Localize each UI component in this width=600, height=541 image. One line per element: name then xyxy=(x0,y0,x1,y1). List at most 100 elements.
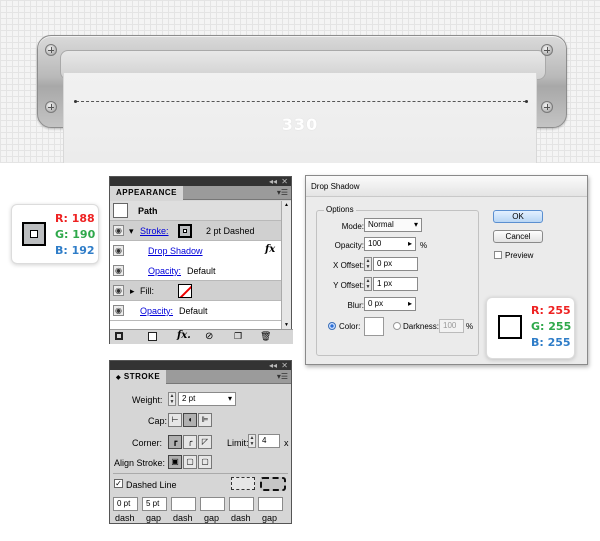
stroke-swatch[interactable] xyxy=(178,224,192,238)
close-icon[interactable]: ✕ xyxy=(281,177,288,186)
gap-label: gap xyxy=(204,513,220,523)
weight-stepper[interactable]: ▲ ▼ xyxy=(168,392,176,406)
x-offset-input[interactable]: 0 px xyxy=(373,257,418,271)
weight-dropdown-icon[interactable]: ▾ xyxy=(228,393,232,405)
round-cap-button[interactable]: ◖ xyxy=(183,413,197,427)
shadow-color-swatch[interactable] xyxy=(364,317,384,336)
miter-join-button[interactable]: ┏ xyxy=(168,435,182,449)
add-effect-icon[interactable]: fx. xyxy=(177,330,191,341)
close-icon[interactable]: ✕ xyxy=(281,361,288,370)
ok-button[interactable]: OK xyxy=(493,210,543,223)
opacity-unit: % xyxy=(420,241,428,250)
visibility-eye-icon[interactable]: ◉ xyxy=(113,265,124,276)
color-radio[interactable] xyxy=(328,322,336,330)
stroke-weight-value: 2 pt Dashed xyxy=(206,226,255,236)
blur-arrow-icon[interactable]: ▸ xyxy=(408,298,412,310)
path-header-row[interactable]: Path xyxy=(110,201,282,221)
duplicate-item-icon[interactable]: ❐ xyxy=(234,331,242,342)
limit-input[interactable]: 4 xyxy=(258,434,280,448)
dashed-line-checkbox[interactable]: ✓ xyxy=(114,479,123,488)
stroke-color-swatch xyxy=(22,222,46,246)
blur-input[interactable]: 0 px ▸ xyxy=(364,297,416,311)
gap-label: gap xyxy=(146,513,162,523)
add-fill-icon[interactable] xyxy=(148,332,157,341)
visibility-eye-icon[interactable]: ◉ xyxy=(113,285,124,296)
shadow-color-preview xyxy=(498,315,522,339)
color-chip-left: R: 188 G: 190 B: 192 xyxy=(11,204,99,264)
object-opacity-link[interactable]: Opacity: xyxy=(140,306,173,316)
tab-stroke[interactable]: ◆ STROKE xyxy=(110,370,167,384)
red-value: R: 188 xyxy=(55,212,95,225)
dialog-title: Drop Shadow xyxy=(306,176,587,197)
gap-input-3[interactable] xyxy=(258,497,283,511)
dash-align-corners-button[interactable] xyxy=(231,477,255,490)
y-offset-stepper[interactable]: ▲ ▼ xyxy=(364,277,372,291)
collapse-icon[interactable]: ◂◂ xyxy=(269,177,277,186)
screw-icon xyxy=(541,44,553,56)
stroke-opacity-row[interactable]: ◉ Opacity: Default xyxy=(110,261,282,281)
appearance-list: Path ◉ ▾ Stroke: 2 pt Dashed ◉ Drop Shad… xyxy=(110,201,282,329)
projecting-cap-button[interactable]: ⊫ xyxy=(198,413,212,427)
dash-exact-length-button[interactable] xyxy=(260,477,286,491)
drop-shadow-link[interactable]: Drop Shadow xyxy=(148,246,203,256)
x-offset-stepper[interactable]: ▲ ▼ xyxy=(364,257,372,271)
gap-input-2[interactable] xyxy=(200,497,225,511)
align-center-button[interactable]: ▣ xyxy=(168,455,182,469)
panel-menu-icon[interactable]: ▾☰ xyxy=(277,372,288,381)
bevel-join-button[interactable]: ◸ xyxy=(198,435,212,449)
stroke-panel: ◂◂ ✕ ◆ STROKE ▾☰ Weight: ▲ ▼ 2 pt ▾ Cap: … xyxy=(109,360,292,524)
fill-none-swatch[interactable] xyxy=(178,284,192,298)
delete-item-icon[interactable]: 🗑 xyxy=(260,331,271,342)
align-inside-button[interactable]: ▢ xyxy=(183,455,197,469)
limit-stepper[interactable]: ▲ ▼ xyxy=(248,434,256,448)
darkness-radio[interactable] xyxy=(393,322,401,330)
cap-label: Cap: xyxy=(148,416,168,426)
corner-label: Corner: xyxy=(132,438,163,448)
dash-label: dash xyxy=(115,513,135,523)
blue-value: B: 255 xyxy=(531,336,571,349)
object-opacity-row[interactable]: ◉ Opacity: Default xyxy=(110,301,282,321)
scrollbar[interactable]: ▲ ▼ xyxy=(281,201,291,329)
y-offset-input[interactable]: 1 px xyxy=(373,277,418,291)
round-join-button[interactable]: ╭ xyxy=(183,435,197,449)
clear-appearance-icon[interactable]: ⊘ xyxy=(205,331,213,342)
visibility-eye-icon[interactable]: ◉ xyxy=(113,305,124,316)
stroke-row[interactable]: ◉ ▾ Stroke: 2 pt Dashed xyxy=(110,221,282,241)
stroke-link[interactable]: Stroke: xyxy=(140,226,169,236)
opacity-input[interactable]: 100 ▸ xyxy=(364,237,416,251)
weight-input[interactable]: 2 pt ▾ xyxy=(178,392,236,406)
dashed-stroke-line xyxy=(74,100,528,103)
align-stroke-label: Align Stroke: xyxy=(114,458,166,468)
limit-unit: x xyxy=(284,438,289,448)
cancel-button[interactable]: Cancel xyxy=(493,230,543,243)
mode-select[interactable]: Normal ▾ xyxy=(364,218,422,232)
dash-label: dash xyxy=(231,513,251,523)
options-group-label: Options xyxy=(324,205,356,214)
red-value: R: 255 xyxy=(531,304,571,317)
weight-label: Weight: xyxy=(132,395,163,405)
fill-row[interactable]: ◉ ▸ Fill: xyxy=(110,281,282,301)
disclosure-closed-icon[interactable]: ▸ xyxy=(130,286,135,297)
collapse-icon[interactable]: ◂◂ xyxy=(269,361,277,370)
dash-input-1[interactable]: 0 pt xyxy=(113,497,138,511)
panel-menu-icon[interactable]: ▾☰ xyxy=(277,188,288,197)
visibility-eye-icon[interactable]: ◉ xyxy=(113,245,124,256)
align-outside-button[interactable]: ▢ xyxy=(198,455,212,469)
butt-cap-button[interactable]: ⊢ xyxy=(168,413,182,427)
opacity-value: Default xyxy=(187,266,216,276)
color-chip-right: R: 255 G: 255 B: 255 xyxy=(486,297,575,359)
darkness-input[interactable]: 100 xyxy=(439,319,464,333)
paper-sheet: 330 xyxy=(63,73,537,163)
dash-input-3[interactable] xyxy=(229,497,254,511)
add-stroke-icon[interactable] xyxy=(115,332,123,340)
visibility-eye-icon[interactable]: ◉ xyxy=(113,225,124,236)
dash-input-2[interactable] xyxy=(171,497,196,511)
gap-input-1[interactable]: 5 pt xyxy=(142,497,167,511)
preview-checkbox[interactable] xyxy=(494,251,502,259)
opacity-link[interactable]: Opacity: xyxy=(148,266,181,276)
tab-appearance[interactable]: APPEARANCE xyxy=(110,186,184,200)
drop-shadow-row[interactable]: ◉ Drop Shadow fx xyxy=(110,241,282,261)
opacity-arrow-icon[interactable]: ▸ xyxy=(408,238,412,250)
disclosure-open-icon[interactable]: ▾ xyxy=(129,226,134,237)
mode-dropdown-icon[interactable]: ▾ xyxy=(414,219,418,231)
